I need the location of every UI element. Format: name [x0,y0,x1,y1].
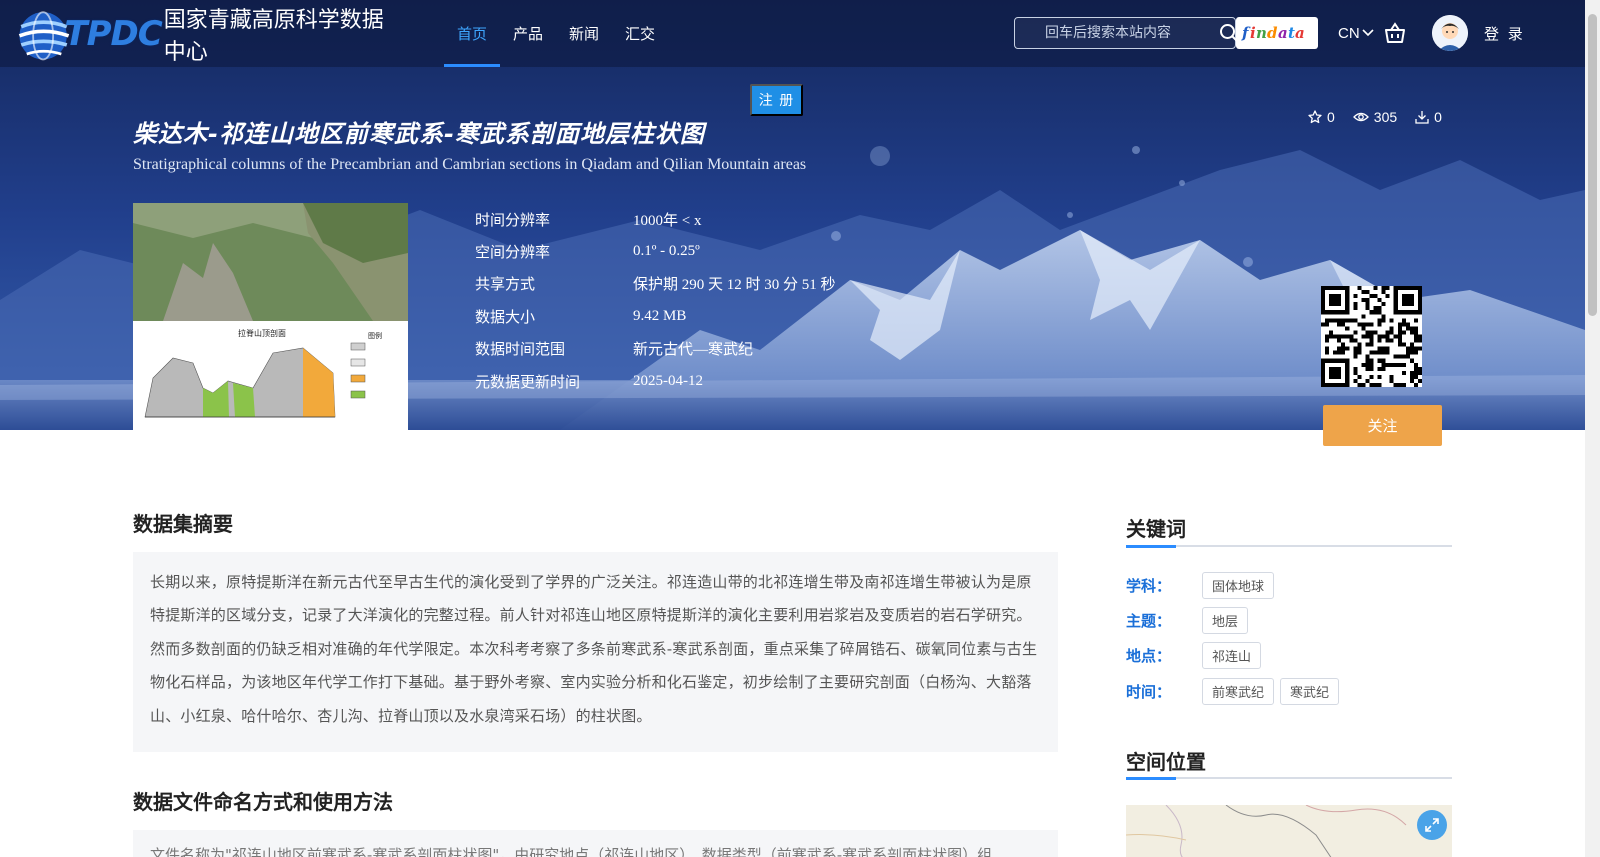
expand-icon [1425,818,1439,832]
keyword-row-location: 地点： 祁连山 [1126,642,1262,669]
meta-row-spatial-resolution: 空间分辨率 0.1º - 0.25º [475,235,836,267]
search-input[interactable] [1015,18,1219,48]
basket-icon[interactable] [1383,21,1407,45]
usage-heading: 数据文件命名方式和使用方法 [133,790,393,814]
download-count: 0 [1434,109,1442,125]
meta-label: 元数据更新时间 [475,372,581,391]
language-label: CN [1338,24,1360,42]
star-count: 0 [1327,109,1335,125]
keyword-tag[interactable]: 地层 [1202,607,1249,634]
findata-button[interactable]: f i n d a t a [1236,17,1318,49]
section-photo-image: 拉脊山顶剖面 图例 [133,203,408,430]
chevron-down-icon [1362,29,1374,37]
meta-row-sharing: 共享方式 保护期 290 天 12 时 30 分 51 秒 [475,268,836,300]
svg-text:n: n [1256,24,1267,42]
menu-item-home[interactable]: 首页 [444,0,501,67]
download-stat: 0 [1415,109,1442,125]
thumb-title: 拉脊山顶剖面 [238,328,286,338]
register-button[interactable]: 注 册 [750,84,803,116]
meta-row-time-resolution: 时间分辨率 1000年 < x [475,203,836,235]
meta-value: 新元古代—寒武纪 [633,342,754,359]
svg-text:t: t [1288,24,1295,42]
keyword-tag[interactable]: 前寒武纪 [1202,678,1275,705]
meta-label: 空间分辨率 [475,243,551,262]
keyword-label: 学科： [1126,577,1172,595]
star-icon [1308,110,1322,124]
dataset-metadata: 时间分辨率 1000年 < x 空间分辨率 0.1º - 0.25º 共享方式 … [475,203,836,397]
keywords-divider [1126,545,1452,548]
keywords-heading: 关键词 [1126,517,1186,541]
location-map[interactable] [1126,805,1452,857]
menu-item-news[interactable]: 新闻 [556,0,612,67]
keyword-label: 地点： [1126,647,1172,665]
download-icon [1415,111,1429,124]
avatar[interactable] [1432,15,1468,51]
meta-value: 1000年 < x [633,212,702,229]
main-menu: 首页 产品 新闻 汇交 [444,0,668,67]
meta-row-updated: 元数据更新时间 2025-04-12 [475,365,836,397]
meta-label: 共享方式 [475,275,536,294]
svg-text:a: a [1278,24,1288,42]
meta-label: 数据时间范围 [475,340,566,359]
star-stat[interactable]: 0 [1308,109,1335,125]
keyword-row-subject: 学科： 固体地球 [1126,572,1275,599]
dataset-title-cn: 柴达木-祁连山地区前寒武系-寒武系剖面地层柱状图 [133,120,705,148]
user-avatar-icon [1432,15,1468,51]
logo-tpdc-text: TPDC [64,14,162,54]
dataset-thumbnail[interactable]: 拉脊山顶剖面 图例 [133,203,408,430]
login-link[interactable]: 登 录 [1484,23,1525,44]
site-logo[interactable]: TPDC 国家青藏高原科学数据中心 [14,4,404,65]
meta-row-data-size: 数据大小 9.42 MB [475,300,836,332]
svg-text:d: d [1267,24,1278,42]
follow-button[interactable]: 关注 [1323,405,1442,446]
search-box [1014,17,1238,49]
keyword-tag[interactable]: 寒武纪 [1280,678,1340,705]
keyword-tag[interactable]: 固体地球 [1202,572,1275,599]
qr-code-icon [1321,286,1422,387]
keyword-tag[interactable]: 祁连山 [1202,642,1262,669]
location-heading: 空间位置 [1126,750,1206,774]
abstract-text: 长期以来，原特提斯洋在新元古代至早古生代的演化受到了学界的广泛关注。祁连造山带的… [150,573,1038,725]
dataset-title-en: Stratigraphical columns of the Precambri… [133,156,807,173]
meta-value: 0.1º - 0.25º [633,243,700,260]
abstract-box: 长期以来，原特提斯洋在新元古代至早古生代的演化受到了学界的广泛关注。祁连造山带的… [133,552,1058,752]
keyword-label: 时间： [1126,683,1172,701]
view-count: 305 [1373,109,1398,125]
meta-row-time-range: 数据时间范围 新元古代—寒武纪 [475,333,836,365]
page-scrollbar[interactable] [1585,0,1600,857]
meta-label: 时间分辨率 [475,210,551,229]
dataset-stats: 0 305 0 [1308,109,1442,125]
meta-value: 保护期 290 天 12 时 30 分 51 秒 [633,277,836,294]
meta-value: 2025-04-12 [633,372,703,389]
meta-label: 数据大小 [475,307,536,326]
thumb-legend-title: 图例 [368,331,382,340]
menu-item-submit[interactable]: 汇交 [612,0,668,67]
map-expand-button[interactable] [1417,810,1447,840]
keyword-label: 主题： [1126,612,1172,630]
language-switcher[interactable]: CN [1338,22,1374,44]
location-divider [1126,777,1452,780]
svg-text:a: a [1295,24,1305,42]
usage-text: 文件名称为"祁连山地区前寒武系-寒武系剖面柱状图"，由研究地点（祁连山地区）、数… [150,846,993,857]
eye-icon [1352,112,1369,122]
top-navbar: TPDC 国家青藏高原科学数据中心 首页 产品 新闻 汇交 f i n d a … [0,0,1585,67]
view-stat: 305 [1352,109,1398,125]
abstract-heading: 数据集摘要 [133,512,233,536]
findata-logo-icon: f i n d a t a [1241,24,1305,42]
keyword-row-theme: 主题： 地层 [1126,607,1249,634]
qr-code [1321,286,1422,387]
menu-item-products[interactable]: 产品 [500,0,556,67]
logo-site-name: 国家青藏高原科学数据中心 [163,8,384,65]
globe-logo-icon [18,11,70,61]
usage-box: 文件名称为"祁连山地区前寒武系-寒武系剖面柱状图"，由研究地点（祁连山地区）、数… [133,830,1058,857]
scrollbar-thumb[interactable] [1588,14,1597,316]
map-image [1126,805,1452,857]
keyword-row-time: 时间： 前寒武纪 寒武纪 [1126,678,1340,705]
meta-value: 9.42 MB [633,307,687,324]
